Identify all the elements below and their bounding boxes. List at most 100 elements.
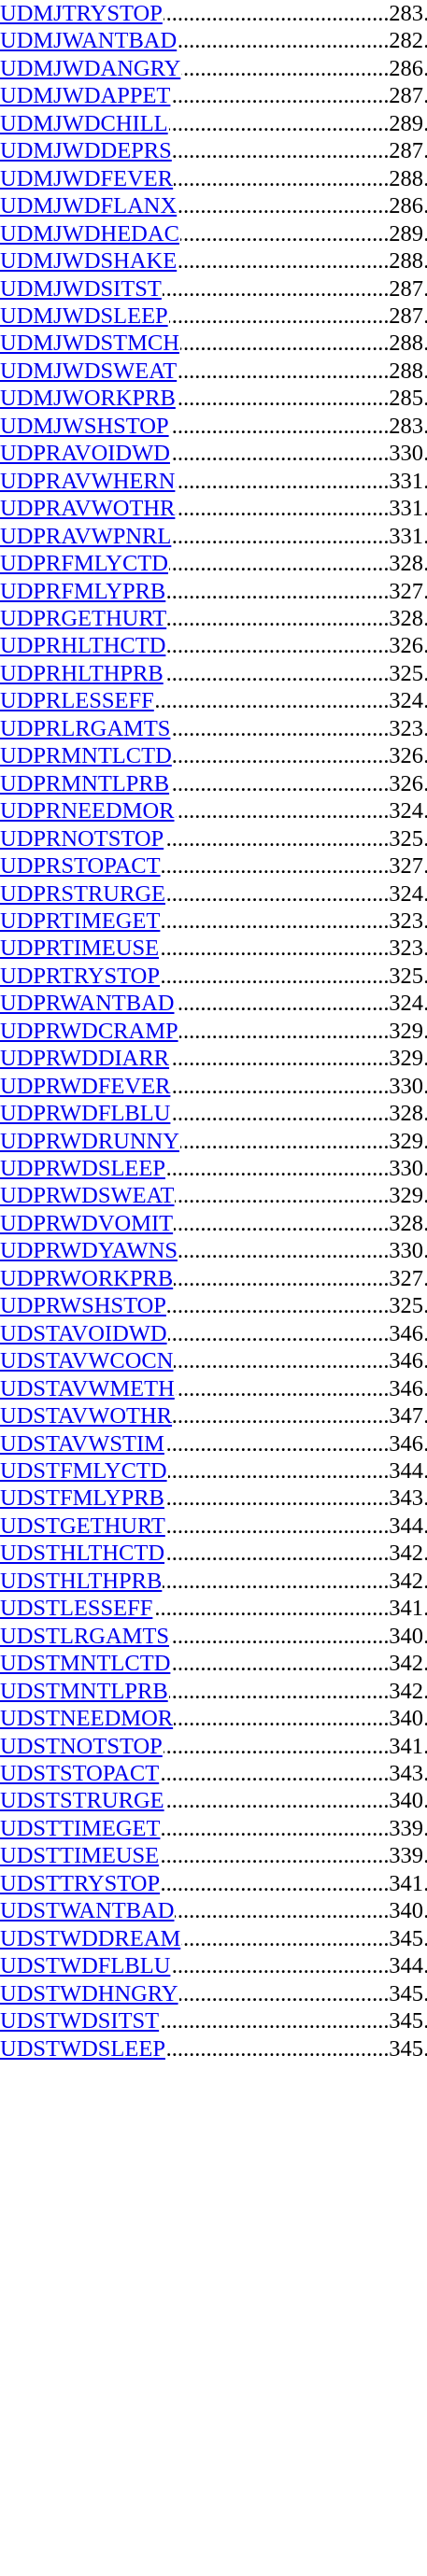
index-term-link[interactable]: UDPRWSHSTOP — [0, 1292, 167, 1320]
index-term-link[interactable]: UDPRTIMEUSE — [0, 935, 161, 963]
index-term-link[interactable]: UDMJWDSLEEP — [0, 302, 169, 331]
page-number: 287 — [388, 274, 423, 303]
index-term-link[interactable]: UDMJWDFEVER — [0, 164, 175, 193]
page-number: 340 — [388, 1622, 423, 1651]
index-term-link[interactable]: UDPRHLTHPRB — [0, 659, 164, 688]
index-term-link[interactable]: UDPRWDVOMIT — [0, 1209, 175, 1238]
index-term-link[interactable]: UDSTFMLYPRB — [0, 1485, 165, 1513]
index-term-link[interactable]: UDSTNOTSTOP — [0, 1732, 164, 1760]
index-term-link[interactable]: UDPRTRYSTOP — [0, 962, 161, 991]
index-term-link[interactable]: UDSTWDDREAM — [0, 1924, 182, 1953]
page-number: 326 — [388, 769, 423, 798]
index-term-link[interactable]: UDPRWDYAWNS — [0, 1237, 178, 1265]
index-term-link[interactable]: UDMJWDSHAKE — [0, 247, 178, 275]
index-term-link[interactable]: UDPRLESSEFF — [0, 687, 155, 715]
index-term-link[interactable]: UDSTTIMEUSE — [0, 1842, 161, 1870]
index-term-link[interactable]: UDSTWANTBAD — [0, 1897, 176, 1925]
index-term-link[interactable]: UDPRFMLYPRB — [0, 577, 167, 605]
index-entry: UDMJWDSITST 287 — [0, 274, 427, 303]
page-number: 342 — [388, 1567, 423, 1596]
index-entry: UDPRHLTHCTD 326 — [0, 632, 427, 660]
index-term-link[interactable]: UDPRMNTLPRB — [0, 769, 171, 798]
page-number: 285 — [388, 385, 423, 413]
page-number: 344 — [388, 1457, 423, 1485]
index-term-link[interactable]: UDSTSTOPACT — [0, 1760, 161, 1788]
index-term-link[interactable]: UDSTHLTHPRB — [0, 1567, 164, 1596]
index-term-link[interactable]: UDSTWDSITST — [0, 2007, 161, 2035]
index-term-link[interactable]: UDMJWDDEPRS — [0, 137, 173, 165]
index-term-link[interactable]: UDPRWDFEVER — [0, 1072, 172, 1101]
index-term-link[interactable]: UDMJWDFLANX — [0, 192, 178, 220]
index-term-link[interactable]: UDMJWDSTMCH — [0, 330, 180, 358]
index-entry: UDSTAVWOTHR 347 — [0, 1402, 427, 1430]
index-term-link[interactable]: UDSTWDFLBLU — [0, 1952, 172, 1980]
index-term-link[interactable]: UDSTAVWSTIM — [0, 1429, 165, 1458]
index-term-link[interactable]: UDPRWORKPRB — [0, 1264, 175, 1293]
page-number: 342 — [388, 1650, 423, 1678]
index-term-link[interactable]: UDPRFMLYCTD — [0, 550, 169, 578]
index-term-link[interactable]: UDSTWDSLEEP — [0, 2034, 166, 2062]
index-entry: UDSTHLTHPRB 342 — [0, 1567, 427, 1596]
index-term-link[interactable]: UDMJWORKPRB — [0, 385, 177, 413]
index-term-link[interactable]: UDMJWDAPPET — [0, 82, 172, 110]
page-number: 287 — [388, 302, 423, 331]
index-term-link[interactable]: UDSTTIMEGET — [0, 1814, 162, 1843]
index-term-link[interactable]: UDSTLESSEFF — [0, 1595, 154, 1623]
index-term-link[interactable]: UDPRWDDIARR — [0, 1045, 171, 1073]
index-term-link[interactable]: UDSTAVOIDWD — [0, 1319, 168, 1348]
index-term-link[interactable]: UDMJWANTBAD — [0, 27, 178, 55]
page-number: 330 — [388, 440, 423, 468]
index-term-link[interactable]: UDPRWANTBAD — [0, 990, 176, 1018]
index-term-link[interactable]: UDSTTRYSTOP — [0, 1869, 162, 1898]
index-term-link[interactable]: UDPRAVOIDWD — [0, 440, 171, 468]
index-term-link[interactable]: UDMJWDSITST — [0, 274, 163, 303]
index-term-link[interactable]: UDSTLRGAMTS — [0, 1622, 171, 1651]
index-term-link[interactable]: UDMJWDCHILL — [0, 109, 169, 138]
page-number: 289 — [388, 219, 423, 248]
index-term-link[interactable]: UDPRNEEDMOR — [0, 797, 176, 825]
index-term-link[interactable]: UDPRLRGAMTS — [0, 714, 172, 743]
index-term-link[interactable]: UDPRTIMEGET — [0, 907, 162, 936]
page-number: 331 — [388, 522, 423, 551]
index-term-link[interactable]: UDSTAVWCOCN — [0, 1347, 175, 1375]
page-number: 341 — [388, 1595, 423, 1623]
index-term-link[interactable]: UDPRWDSLEEP — [0, 1155, 166, 1183]
page-number: 325 — [388, 1292, 423, 1320]
index-term-link[interactable]: UDSTFMLYCTD — [0, 1457, 168, 1485]
index-term-link[interactable]: UDPRSTOPACT — [0, 852, 162, 880]
index-term-link[interactable]: UDPRWDSWEAT — [0, 1182, 176, 1210]
index-term-link[interactable]: UDPRAVWHERN — [0, 467, 177, 496]
index-entry: UDSTWANTBAD 340 — [0, 1897, 427, 1925]
index-entry: UDMJWDANGRY 286 — [0, 54, 427, 83]
index-term-link[interactable]: UDMJWDHEDAC — [0, 219, 180, 248]
index-entry: UDPRAVWHERN 331 — [0, 467, 427, 496]
index-term-link[interactable]: UDPRWDRUNNY — [0, 1127, 180, 1156]
index-term-link[interactable]: UDSTWDHNGRY — [0, 1979, 179, 2008]
index-term-link[interactable]: UDMJWDANGRY — [0, 54, 182, 83]
index-term-link[interactable]: UDMJWSHSTOP — [0, 412, 170, 441]
index-term-link[interactable]: UDSTMNTLPRB — [0, 1677, 169, 1706]
index-term-link[interactable]: UDPRWDCRAMP — [0, 1017, 179, 1046]
index-entry: UDMJWDCHILL 289 — [0, 109, 427, 138]
index-term-link[interactable]: UDSTAVWMETH — [0, 1374, 176, 1403]
index-term-link[interactable]: UDPRHLTHCTD — [0, 632, 167, 660]
index-term-link[interactable]: UDSTGETHURT — [0, 1512, 166, 1541]
index-term-link[interactable]: UDPRAVWOTHR — [0, 495, 177, 523]
index-term-link[interactable]: UDPRWDFLBLU — [0, 1100, 172, 1128]
index-entry: UDPRTRYSTOP 325 — [0, 962, 427, 991]
index-term-link[interactable]: UDMJWDSWEAT — [0, 357, 178, 386]
index-term-link[interactable]: UDMJTRYSTOP — [0, 0, 164, 28]
index-term-link[interactable]: UDSTSTRURGE — [0, 1787, 165, 1815]
index-term-link[interactable]: UDPRMNTLCTD — [0, 742, 173, 770]
index-term-link[interactable]: UDPRGETHURT — [0, 604, 168, 633]
index-entry: UDMJWORKPRB 285 — [0, 385, 427, 413]
index-term-link[interactable]: UDSTNEEDMOR — [0, 1705, 175, 1733]
page-number: 323 — [388, 714, 423, 743]
index-term-link[interactable]: UDPRNOTSTOP — [0, 824, 165, 853]
index-term-link[interactable]: UDPRSTRURGE — [0, 880, 166, 908]
index-entry: UDMJWSHSTOP 283 — [0, 412, 427, 441]
index-term-link[interactable]: UDSTHLTHCTD — [0, 1540, 166, 1568]
index-term-link[interactable]: UDPRAVWPNRL — [0, 522, 173, 551]
index-term-link[interactable]: UDSTMNTLCTD — [0, 1650, 172, 1678]
index-term-link[interactable]: UDSTAVWOTHR — [0, 1402, 174, 1430]
